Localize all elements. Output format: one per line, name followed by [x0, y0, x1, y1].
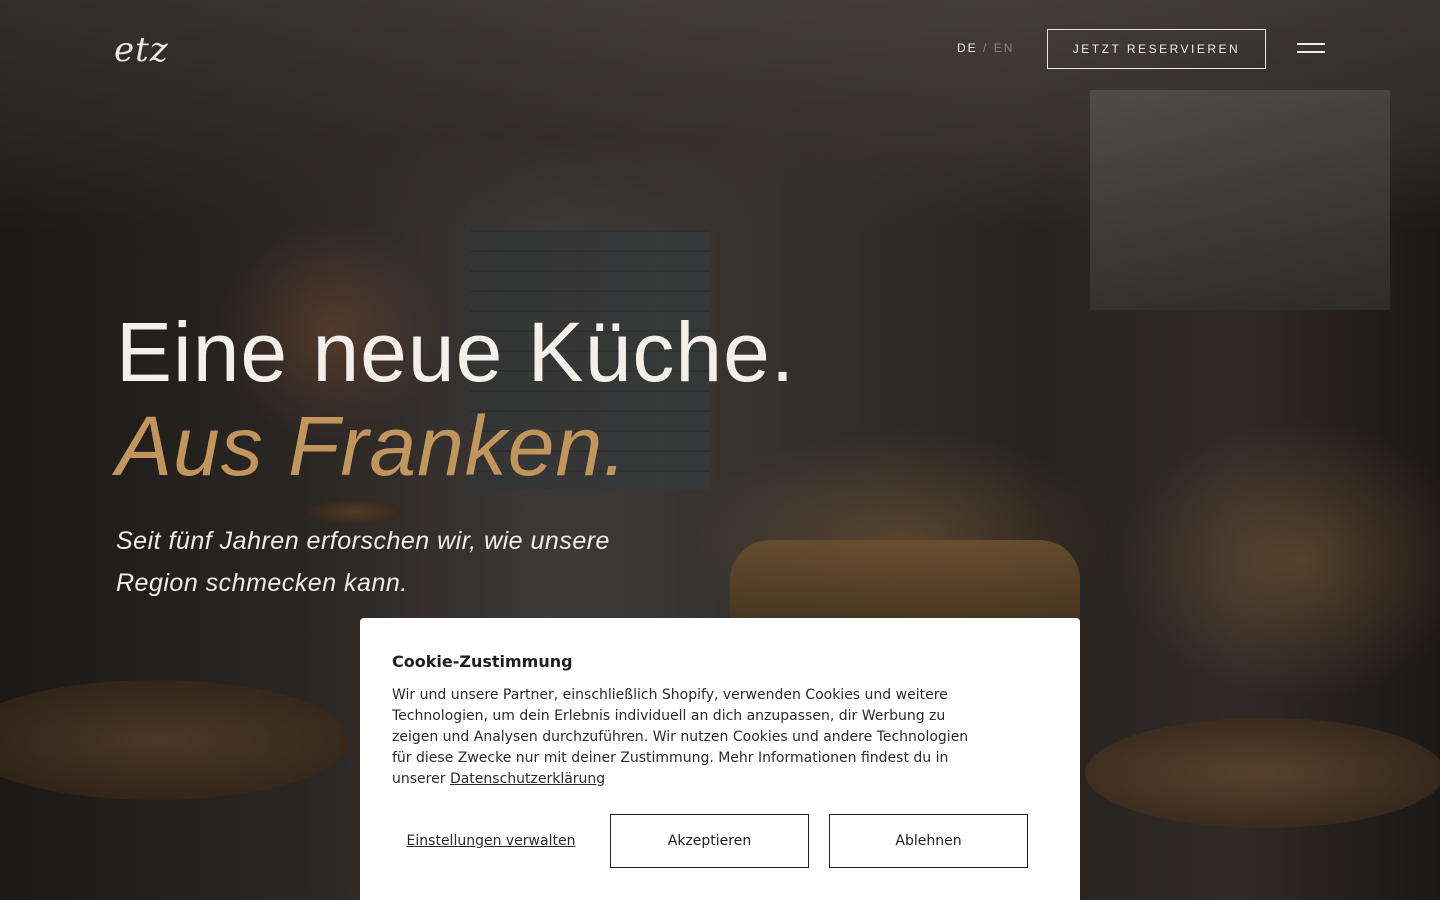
language-switcher: DE / EN — [957, 41, 1014, 55]
reserve-button[interactable]: JETZT RESERVIEREN — [1047, 29, 1266, 69]
cookie-title: Cookie-Zustimmung — [392, 652, 573, 671]
accept-button[interactable]: Akzeptieren — [610, 814, 809, 868]
cookie-description: Wir und unsere Partner, einschließlich S… — [392, 685, 992, 790]
hero-title: Eine neue Küche. — [116, 305, 796, 399]
hero-title-accent: Aus Franken. — [116, 399, 628, 493]
site-logo[interactable]: etz — [114, 30, 169, 70]
hero-subtitle: Seit fünf Jahren erforschen wir, wie uns… — [116, 527, 610, 597]
manage-settings-link[interactable]: Einstellungen verwalten — [392, 814, 590, 868]
hamburger-menu-icon[interactable] — [1297, 43, 1325, 53]
privacy-policy-link[interactable]: Datenschutzerklärung — [450, 771, 605, 787]
decline-button[interactable]: Ablehnen — [829, 814, 1028, 868]
menu-line — [1297, 51, 1325, 53]
lang-de-link[interactable]: DE — [957, 41, 978, 55]
cookie-actions: Einstellungen verwalten Akzeptieren Able… — [392, 814, 1028, 868]
menu-line — [1297, 43, 1325, 45]
lang-separator: / — [983, 41, 989, 55]
cookie-consent-dialog: Cookie-Zustimmung Wir und unsere Partner… — [360, 618, 1080, 900]
lang-en-link[interactable]: EN — [994, 41, 1015, 55]
page: etz DE / EN JETZT RESERVIEREN Eine neue … — [0, 0, 1440, 900]
